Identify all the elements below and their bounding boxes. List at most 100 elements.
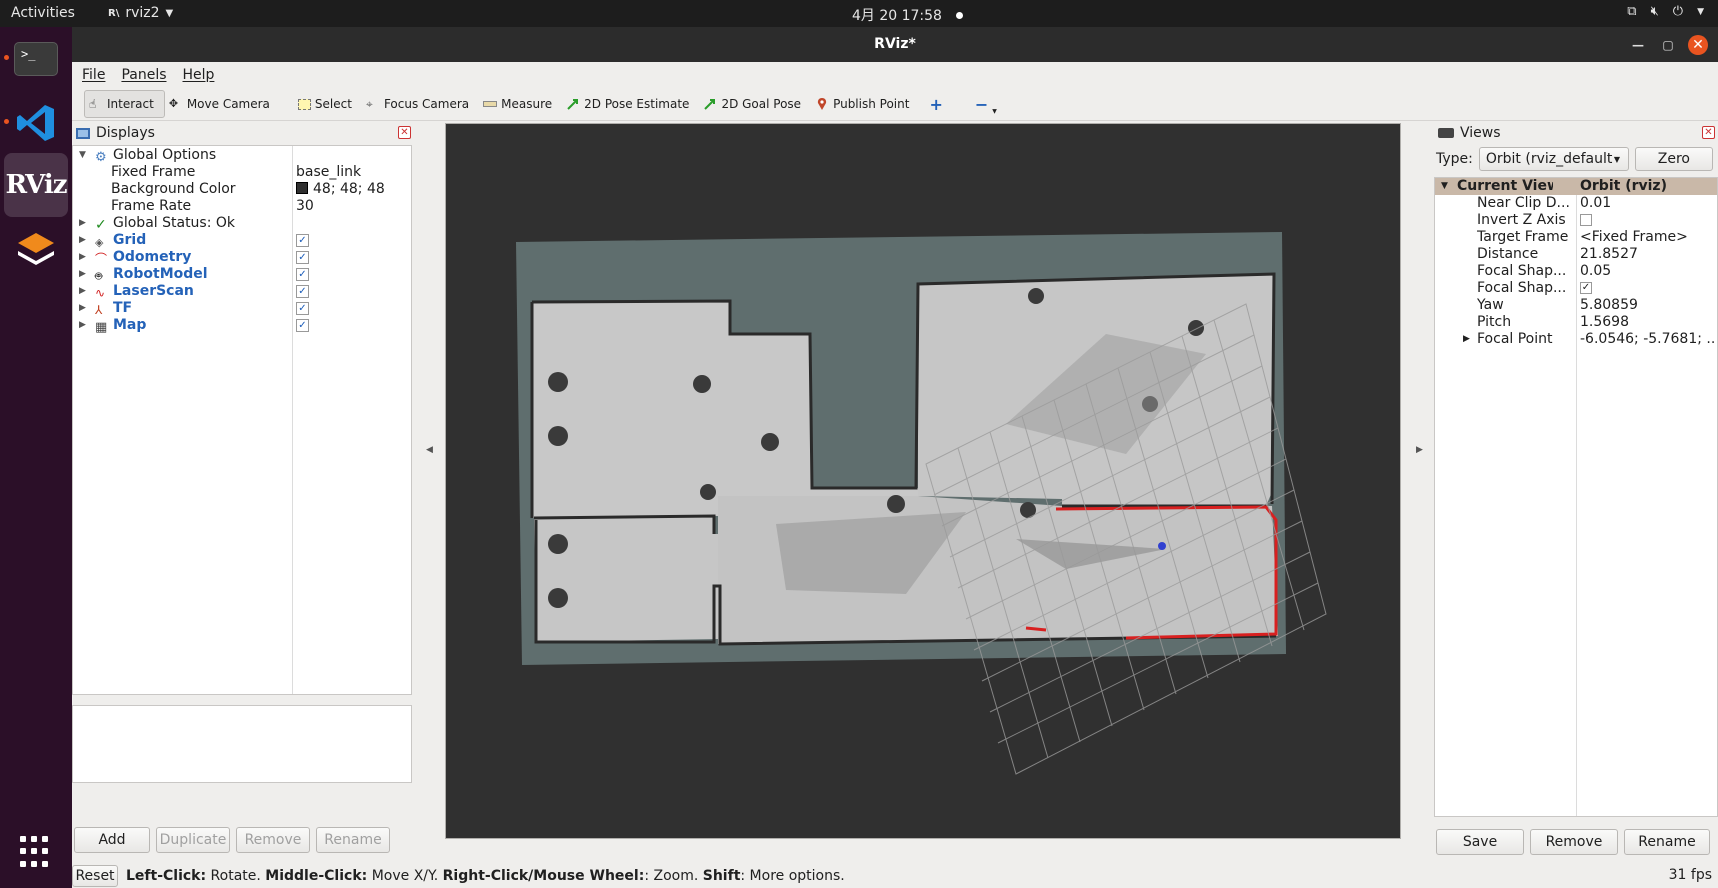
tree-row-distance[interactable]: Distance 21.8527 [1435, 246, 1717, 263]
remove-display-button[interactable]: Remove [236, 827, 310, 853]
tool-2d-goal-pose[interactable]: 2D Goal Pose [699, 90, 811, 118]
enabled-checkbox[interactable]: ✓ [296, 302, 309, 315]
minimize-button[interactable]: — [1628, 35, 1648, 55]
show-apps-icon[interactable] [20, 836, 52, 868]
close-panel-button[interactable]: ✕ [398, 126, 411, 139]
green-arrow-icon [704, 99, 716, 110]
chevron-down-icon: ▼ [165, 7, 174, 19]
green-arrow-icon [567, 99, 579, 110]
duplicate-display-button[interactable]: Duplicate [156, 827, 230, 853]
map-pin-icon [817, 98, 827, 110]
save-view-button[interactable]: Save [1436, 829, 1524, 855]
enabled-checkbox[interactable]: ✓ [296, 319, 309, 332]
ruler-icon [483, 101, 498, 107]
invert-z-checkbox[interactable] [1580, 214, 1592, 226]
add-display-button[interactable]: Add [74, 827, 150, 853]
window-title: RViz* [874, 36, 916, 52]
view-type-select[interactable]: Orbit (rviz_default ▼ [1478, 147, 1629, 171]
tree-row-current-view[interactable]: ▼ Current View Orbit (rviz) [1435, 178, 1717, 195]
close-panel-button[interactable]: ✕ [1702, 126, 1715, 139]
tool-select[interactable]: Select [294, 90, 362, 118]
enabled-checkbox[interactable]: ✓ [296, 268, 309, 281]
tree-row-target-frame[interactable]: Target Frame <Fixed Frame> [1435, 229, 1717, 246]
tool-2d-pose-estimate[interactable]: 2D Pose Estimate [562, 90, 699, 118]
dock-vscode[interactable] [4, 91, 68, 155]
tool-label: Interact [107, 97, 154, 111]
system-tray[interactable]: ⧉ 🔇︎ ⏻ ▼ [1627, 4, 1704, 19]
displays-tree[interactable]: ▼ ⚙ Global Options Fixed Frame base_link… [72, 145, 412, 695]
expanded-arrow-icon[interactable]: ▼ [1441, 178, 1448, 195]
dock-layers-app[interactable] [4, 217, 68, 281]
close-button[interactable]: ✕ [1688, 35, 1708, 55]
background-color-value: 48; 48; 48 [313, 181, 385, 197]
remove-tool-button[interactable]: − ▼ [971, 90, 1007, 118]
remove-view-button[interactable]: Remove [1530, 829, 1618, 855]
check-ok-icon: ✓ [95, 217, 107, 233]
power-icon: ⏻ [1672, 4, 1684, 19]
tool-publish-point[interactable]: Publish Point [811, 90, 919, 118]
tool-label: Focus Camera [383, 97, 470, 111]
title-bar[interactable]: RViz* — ▢ ✕ [72, 27, 1718, 62]
focal-shape-checkbox[interactable]: ✓ [1580, 282, 1592, 294]
tree-row-focal-point[interactable]: ▶ Focal Point -6.0546; -5.7681; ... [1435, 331, 1717, 348]
enabled-checkbox[interactable]: ✓ [296, 251, 309, 264]
menu-help[interactable]: Help [183, 67, 215, 83]
status-hint: Left-Click: Rotate. Middle-Click: Move X… [126, 867, 845, 884]
collapsed-arrow-icon[interactable]: ▶ [79, 316, 86, 335]
robot-icon: 🤖︎ [95, 269, 103, 283]
tool-focus-camera[interactable]: ⌖ Focus Camera [362, 90, 479, 118]
layers-app-icon [18, 233, 54, 265]
hand-cursor-icon: ☝ [89, 97, 97, 111]
clock[interactable]: 4月 20 17:58 [852, 5, 963, 25]
app-menu[interactable]: R\ rviz2 ▼ [108, 5, 173, 21]
panel-title: Views [1460, 125, 1501, 141]
enabled-checkbox[interactable]: ✓ [296, 234, 309, 247]
render-3d-view[interactable] [445, 123, 1401, 839]
clock-label: 4月 20 17:58 [852, 8, 942, 24]
dock-terminal[interactable]: >_ [4, 27, 68, 91]
move-camera-icon: ✥ [168, 97, 179, 110]
tree-row-focal-shape-size[interactable]: Focal Shap... 0.05 [1435, 263, 1717, 280]
map-icon: ▦ [95, 320, 108, 335]
reset-button[interactable]: Reset [72, 864, 118, 887]
collapsed-arrow-icon[interactable]: ▶ [1463, 331, 1470, 348]
dock-rviz[interactable]: RViz [4, 153, 68, 217]
menu-panels[interactable]: Panels [121, 67, 166, 83]
maximize-button[interactable]: ▢ [1658, 35, 1678, 55]
rename-view-button[interactable]: Rename [1624, 829, 1710, 855]
activities-button[interactable]: Activities [11, 5, 75, 21]
tool-bar: ☝ Interact ✥ Move Camera Select ⌖ Focus … [72, 88, 1718, 121]
tool-move-camera[interactable]: ✥ Move Camera [165, 90, 280, 118]
view-type-value: Orbit (rviz_default [1485, 151, 1613, 167]
zero-button[interactable]: Zero [1634, 147, 1713, 171]
rviz-window: RViz* — ▢ ✕ File Panels Help ☝ Interact … [72, 27, 1718, 888]
volume-icon: 🔇︎ [1650, 4, 1659, 19]
tree-row-yaw[interactable]: Yaw 5.80859 [1435, 297, 1717, 314]
tree-row-focal-shape-fixed[interactable]: Focal Shap... ✓ [1435, 280, 1717, 297]
view-type-row: Type: Orbit (rviz_default ▼ Zero [1436, 145, 1716, 173]
tool-label: Measure [501, 97, 553, 111]
tree-row-near-clip[interactable]: Near Clip D... 0.01 [1435, 195, 1717, 212]
gnome-top-bar: Activities R\ rviz2 ▼ 4月 20 17:58 ⧉ 🔇︎ ⏻… [0, 0, 1718, 27]
enabled-checkbox[interactable]: ✓ [296, 285, 309, 298]
tree-row-pitch[interactable]: Pitch 1.5698 [1435, 314, 1717, 331]
views-tree[interactable]: ▼ Current View Orbit (rviz) Near Clip D.… [1434, 177, 1718, 817]
tool-measure[interactable]: Measure [479, 90, 562, 118]
notification-dot-icon [955, 11, 963, 19]
chevron-down-icon: ▼ [1697, 6, 1704, 17]
status-bar: Reset Left-Click: Rotate. Middle-Click: … [72, 863, 1718, 888]
tool-label: Move Camera [186, 97, 270, 111]
rename-display-button[interactable]: Rename [316, 827, 390, 853]
tree-row-map[interactable]: ▶ ▦ Map ✓ [73, 316, 411, 335]
displays-panel-header: Displays ✕ [72, 123, 414, 143]
occupancy-map-scene[interactable] [446, 124, 1401, 839]
add-tool-button[interactable]: + [925, 90, 952, 118]
collapse-right-icon[interactable]: ▶ [1416, 445, 1423, 455]
tool-interact[interactable]: ☝ Interact [84, 90, 165, 118]
grid-icon: ◈ [95, 236, 104, 249]
menu-file[interactable]: File [82, 67, 105, 83]
tree-row-invert-z[interactable]: Invert Z Axis [1435, 212, 1717, 229]
collapse-left-icon[interactable]: ◀ [426, 445, 433, 455]
laserscan-icon: ∿ [95, 286, 106, 300]
gear-icon: ⚙ [95, 150, 107, 165]
